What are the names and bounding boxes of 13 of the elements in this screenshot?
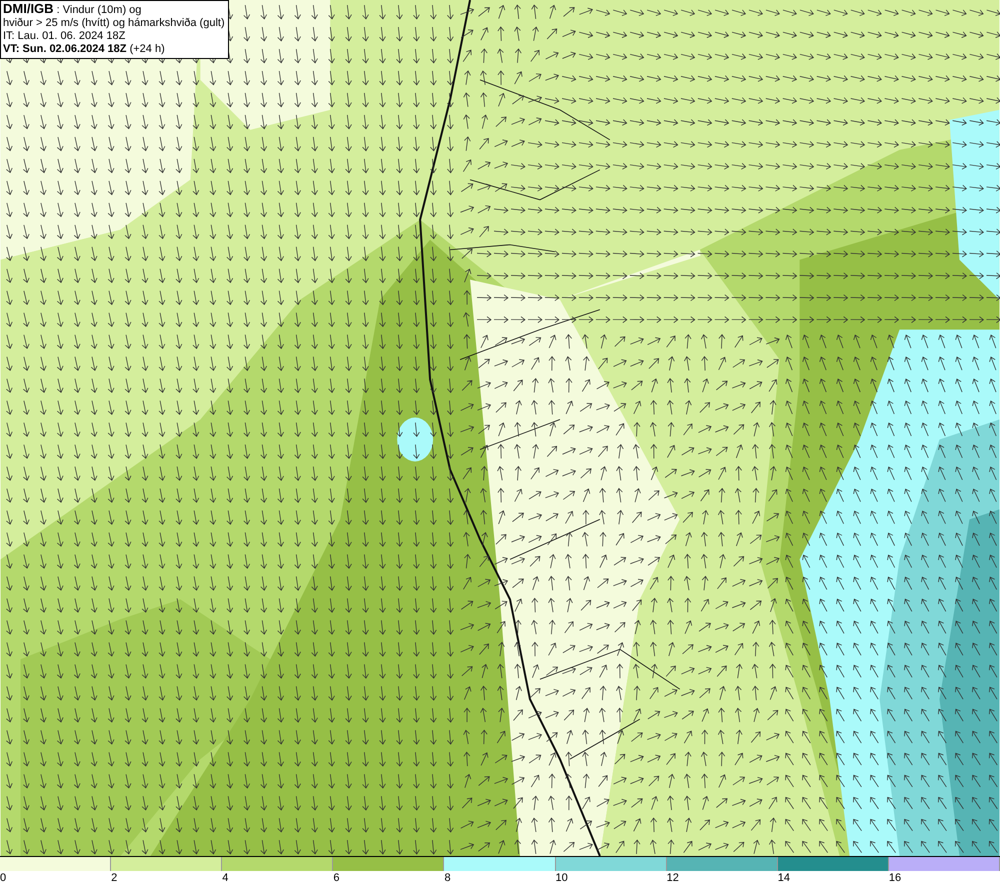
legend-tick-label: 10 — [556, 871, 568, 886]
legend-tick-label: 4 — [222, 871, 228, 886]
info-text: DMI/IGB : Vindur (10m) og — [3, 2, 142, 17]
legend-tick-label: 6 — [333, 871, 340, 886]
legend-tick-label: 16 — [888, 871, 902, 886]
legend-tick-label: 12 — [666, 871, 679, 886]
legend-tick-label: 2 — [111, 871, 118, 886]
info-text: VT: Sun. 02.06.2024 18Z (+24 h) — [3, 43, 166, 56]
info-text: IT: Lau. 01. 06. 2024 18Z — [3, 30, 126, 43]
legend-tick-label: 0 — [0, 871, 6, 886]
legend-tick-label: 14 — [778, 871, 790, 886]
info-text: hviður > 25 m/s (hvítt) og hámarkshviða (gult) — [3, 17, 225, 30]
legend-tick-label: 8 — [444, 871, 451, 886]
